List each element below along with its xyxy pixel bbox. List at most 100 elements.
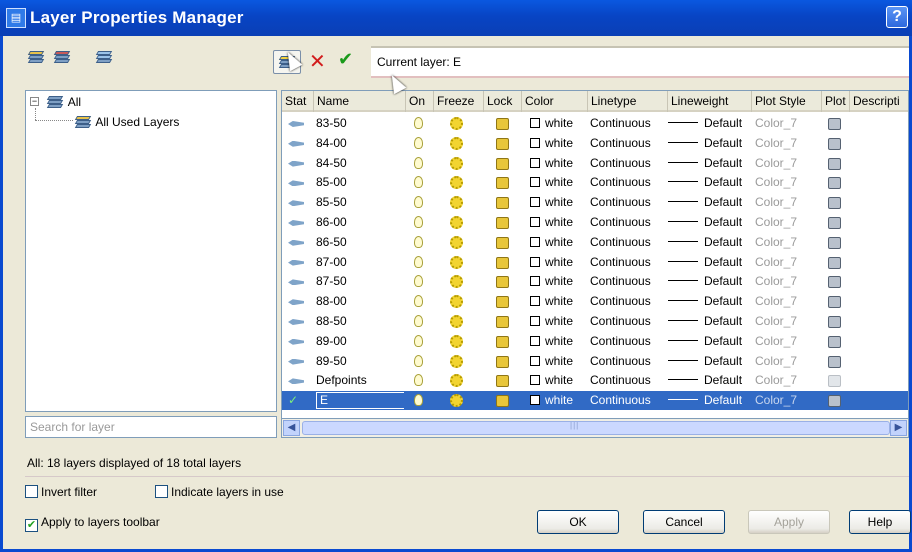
lock-icon[interactable]: [496, 134, 514, 153]
layer-plot-style[interactable]: Color_7: [755, 193, 819, 212]
layer-row[interactable]: 88-50 white Continuous Default Color_7: [282, 312, 908, 331]
lock-icon[interactable]: [496, 233, 514, 252]
layer-name[interactable]: 83-50: [316, 114, 404, 133]
layer-name[interactable]: 86-00: [316, 213, 404, 232]
layer-plot-style[interactable]: Color_7: [755, 292, 819, 311]
layer-color[interactable]: white: [530, 213, 588, 232]
lock-icon[interactable]: [496, 391, 514, 410]
on-bulb-icon[interactable]: [414, 292, 430, 311]
layer-linetype[interactable]: Continuous: [590, 213, 666, 232]
freeze-sun-icon[interactable]: [450, 371, 470, 390]
plot-printer-icon[interactable]: [828, 253, 846, 272]
plot-printer-icon[interactable]: [828, 332, 846, 351]
layer-color[interactable]: white: [530, 193, 588, 212]
tree-node-all-used-layers[interactable]: All Used Layers: [74, 113, 179, 129]
indicate-in-use-box[interactable]: [155, 485, 168, 498]
layer-row[interactable]: 88-00 white Continuous Default Color_7: [282, 292, 908, 311]
layer-color[interactable]: white: [530, 253, 588, 272]
layer-linetype[interactable]: Continuous: [590, 253, 666, 272]
new-property-filter-icon[interactable]: [27, 50, 47, 68]
layer-lineweight[interactable]: Default: [668, 114, 752, 133]
layer-linetype[interactable]: Continuous: [590, 272, 666, 291]
layer-color[interactable]: white: [530, 233, 588, 252]
layer-lineweight[interactable]: Default: [668, 253, 752, 272]
apply-button[interactable]: Apply: [748, 510, 830, 534]
layer-plot-style[interactable]: Color_7: [755, 233, 819, 252]
filter-tree-panel[interactable]: − All All Used Layers: [25, 90, 277, 412]
column-header-freeze[interactable]: Freeze: [434, 91, 484, 112]
new-group-filter-icon[interactable]: [53, 50, 73, 68]
layer-name-edit-field[interactable]: E: [316, 392, 404, 410]
layer-lineweight[interactable]: Default: [668, 154, 752, 173]
layer-plot-style[interactable]: Color_7: [755, 391, 819, 410]
column-header-lineweight[interactable]: Lineweight: [668, 91, 752, 112]
layer-lineweight[interactable]: Default: [668, 193, 752, 212]
layer-name[interactable]: 89-00: [316, 332, 404, 351]
layer-plot-style[interactable]: Color_7: [755, 134, 819, 153]
layer-plot-style[interactable]: Color_7: [755, 253, 819, 272]
layer-row[interactable]: 85-50 white Continuous Default Color_7: [282, 193, 908, 212]
layer-color[interactable]: white: [530, 371, 588, 390]
lock-icon[interactable]: [496, 272, 514, 291]
layer-color[interactable]: white: [530, 154, 588, 173]
freeze-sun-icon[interactable]: [450, 173, 470, 192]
layer-lineweight[interactable]: Default: [668, 371, 752, 390]
apply-to-layers-toolbar-checkbox[interactable]: ✔ Apply to layers toolbar: [25, 515, 160, 532]
on-bulb-icon[interactable]: [414, 391, 430, 410]
lock-icon[interactable]: [496, 352, 514, 371]
freeze-sun-icon[interactable]: [450, 114, 470, 133]
lock-icon[interactable]: [496, 312, 514, 331]
layer-color[interactable]: white: [530, 292, 588, 311]
title-help-button[interactable]: ?: [886, 6, 908, 28]
layer-row[interactable]: ✓ Ewhite Continuous Default Color_7: [282, 391, 908, 411]
column-header-lock[interactable]: Lock: [484, 91, 522, 112]
layer-name[interactable]: 87-50: [316, 272, 404, 291]
layer-lineweight[interactable]: Default: [668, 332, 752, 351]
layer-color[interactable]: white: [530, 332, 588, 351]
layer-lineweight[interactable]: Default: [668, 233, 752, 252]
layer-color[interactable]: white: [530, 173, 588, 192]
layer-row[interactable]: 83-50 white Continuous Default Color_7: [282, 114, 908, 133]
plot-printer-icon[interactable]: [828, 193, 846, 212]
tree-node-all[interactable]: − All: [30, 93, 81, 109]
indicate-layers-in-use-checkbox[interactable]: Indicate layers in use: [155, 485, 284, 499]
layer-name[interactable]: 85-50: [316, 193, 404, 212]
layer-lineweight[interactable]: Default: [668, 173, 752, 192]
on-bulb-icon[interactable]: [414, 173, 430, 192]
on-bulb-icon[interactable]: [414, 154, 430, 173]
column-header-linetype[interactable]: Linetype: [588, 91, 668, 112]
apply-toolbar-box[interactable]: ✔: [25, 519, 38, 532]
layer-plot-style[interactable]: Color_7: [755, 272, 819, 291]
layer-grid[interactable]: Stat Name On Freeze Lock Color Linetype …: [281, 90, 909, 438]
lock-icon[interactable]: [496, 173, 514, 192]
plot-printer-icon[interactable]: [828, 292, 846, 311]
freeze-sun-icon[interactable]: [450, 193, 470, 212]
lock-icon[interactable]: [496, 193, 514, 212]
freeze-sun-icon[interactable]: [450, 253, 470, 272]
layer-row[interactable]: 86-00 white Continuous Default Color_7: [282, 213, 908, 232]
layer-plot-style[interactable]: Color_7: [755, 332, 819, 351]
freeze-sun-icon[interactable]: [450, 352, 470, 371]
layer-linetype[interactable]: Continuous: [590, 391, 666, 410]
invert-filter-box[interactable]: [25, 485, 38, 498]
plot-printer-icon[interactable]: [828, 371, 846, 390]
plot-printer-icon[interactable]: [828, 352, 846, 371]
lock-icon[interactable]: [496, 213, 514, 232]
layer-linetype[interactable]: Continuous: [590, 371, 666, 390]
on-bulb-icon[interactable]: [414, 213, 430, 232]
freeze-sun-icon[interactable]: [450, 213, 470, 232]
on-bulb-icon[interactable]: [414, 312, 430, 331]
layer-linetype[interactable]: Continuous: [590, 154, 666, 173]
freeze-sun-icon[interactable]: [450, 134, 470, 153]
plot-printer-icon[interactable]: [828, 213, 846, 232]
column-header-color[interactable]: Color: [522, 91, 588, 112]
layer-name[interactable]: 84-50: [316, 154, 404, 173]
lock-icon[interactable]: [496, 114, 514, 133]
lock-icon[interactable]: [496, 332, 514, 351]
freeze-sun-icon[interactable]: [450, 391, 470, 410]
layer-color[interactable]: white: [530, 272, 588, 291]
on-bulb-icon[interactable]: [414, 134, 430, 153]
plot-printer-icon[interactable]: [828, 233, 846, 252]
on-bulb-icon[interactable]: [414, 114, 430, 133]
layer-name[interactable]: 86-50: [316, 233, 404, 252]
